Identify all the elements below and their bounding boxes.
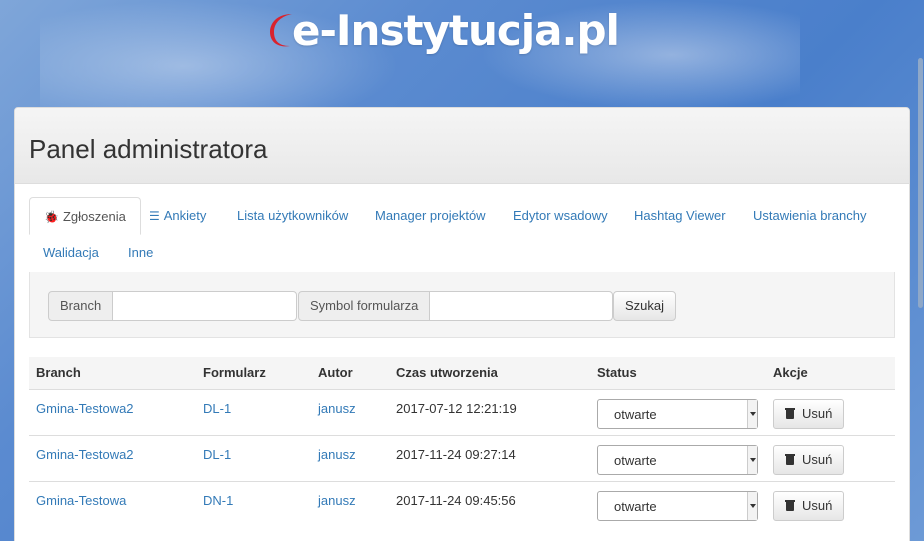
chevron-down-icon — [747, 491, 757, 520]
symbol-input-group: Symbol formularza — [298, 291, 614, 321]
author-link[interactable]: janusz — [318, 493, 356, 508]
table-row: Gmina-Testowa2 DL-1 janusz 2017-11-24 09… — [29, 434, 895, 481]
branch-input[interactable] — [113, 291, 298, 321]
tab-zgloszenia[interactable]: 🐞 Zgłoszenia — [29, 197, 141, 235]
delete-label: Usuń — [802, 406, 833, 421]
status-select[interactable]: otwarte — [597, 398, 758, 429]
status-value: otwarte — [614, 498, 657, 514]
created-cell: 2017-07-12 12:21:19 — [389, 388, 590, 435]
header-czas: Czas utworzenia — [389, 357, 590, 390]
delete-label: Usuń — [802, 452, 833, 467]
list-icon: ☰ — [149, 209, 160, 223]
trash-icon — [785, 500, 795, 511]
tab-ankiety[interactable]: ☰ Ankiety — [135, 197, 220, 235]
status-value: otwarte — [614, 452, 657, 468]
admin-panel: Panel administratora 🐞 Zgłoszenia ☰ Ankiet… — [14, 107, 910, 541]
created-cell: 2017-11-24 09:27:14 — [389, 434, 590, 481]
tab-hashtag-viewer[interactable]: Hashtag Viewer — [620, 197, 740, 235]
branch-link[interactable]: Gmina-Testowa2 — [36, 401, 134, 416]
branch-link[interactable]: Gmina-Testowa — [36, 493, 126, 508]
tab-lista-uzytkownikow[interactable]: Lista użytkowników — [223, 197, 362, 235]
tab-label: Manager projektów — [375, 208, 486, 223]
tab-inne[interactable]: Inne — [114, 234, 167, 272]
status-select[interactable]: otwarte — [597, 490, 758, 521]
author-link[interactable]: janusz — [318, 447, 356, 462]
form-link[interactable]: DL-1 — [203, 447, 231, 462]
page-title: Panel administratora — [29, 134, 268, 164]
delete-label: Usuń — [802, 498, 833, 513]
trash-icon — [785, 454, 795, 465]
tab-ustawienia-branchy[interactable]: Ustawienia branchy — [739, 197, 880, 235]
logo-swoosh-icon — [270, 14, 292, 47]
created-cell: 2017-11-24 09:45:56 — [389, 480, 590, 527]
delete-button[interactable]: Usuń — [773, 490, 845, 521]
tab-label: Lista użytkowników — [237, 208, 349, 223]
delete-button[interactable]: Usuń — [773, 444, 845, 475]
trash-icon — [785, 408, 795, 419]
form-link[interactable]: DL-1 — [203, 401, 231, 416]
panel-heading: Panel administratora — [15, 108, 909, 184]
header-akcje: Akcje — [766, 357, 895, 390]
branch-input-group: Branch — [48, 291, 298, 321]
header-autor: Autor — [311, 357, 389, 390]
form-link[interactable]: DN-1 — [203, 493, 233, 508]
scrollbar-thumb[interactable] — [918, 58, 923, 308]
branch-link[interactable]: Gmina-Testowa2 — [36, 447, 134, 462]
tab-label: Inne — [128, 245, 154, 260]
bug-icon: 🐞 — [44, 210, 59, 224]
tab-edytor-wsadowy[interactable]: Edytor wsadowy — [499, 197, 622, 235]
page-scrollbar[interactable] — [916, 0, 924, 541]
tab-label: Edytor wsadowy — [513, 208, 608, 223]
header-formularz: Formularz — [196, 357, 311, 390]
header-branch: Branch — [29, 357, 196, 390]
tab-label: Zgłoszenia — [62, 209, 126, 224]
tab-label: Walidacja — [43, 245, 99, 260]
logo-text: e-Instytucja.pl — [292, 5, 620, 55]
chevron-down-icon — [747, 399, 757, 428]
symbol-label: Symbol formularza — [298, 291, 431, 321]
delete-button[interactable]: Usuń — [773, 398, 845, 429]
chevron-down-icon — [747, 445, 757, 474]
status-select[interactable]: otwarte — [597, 444, 758, 475]
site-logo[interactable]: e-Instytucja.pl — [268, 4, 620, 56]
table-header-row: Branch Formularz Autor Czas utworzenia S… — [29, 357, 895, 390]
symbol-input[interactable] — [430, 291, 614, 321]
author-link[interactable]: janusz — [318, 401, 356, 416]
table-row: Gmina-Testowa2 DL-1 janusz 2017-07-12 12… — [29, 388, 895, 435]
branch-label: Branch — [48, 291, 114, 321]
table-row: Gmina-Testowa DN-1 janusz 2017-11-24 09:… — [29, 480, 895, 527]
search-form: Branch Symbol formularza Szukaj — [29, 272, 895, 338]
tab-label: Ustawienia branchy — [753, 208, 867, 223]
reports-table: Branch Formularz Autor Czas utworzenia S… — [29, 357, 895, 527]
header-status: Status — [590, 357, 766, 390]
search-button[interactable]: Szukaj — [613, 291, 677, 321]
status-value: otwarte — [614, 406, 657, 422]
tab-walidacja[interactable]: Walidacja — [29, 234, 113, 272]
tab-label: Hashtag Viewer — [634, 208, 726, 223]
tab-manager-projektow[interactable]: Manager projektów — [361, 197, 500, 235]
tab-label: Ankiety — [163, 208, 207, 223]
